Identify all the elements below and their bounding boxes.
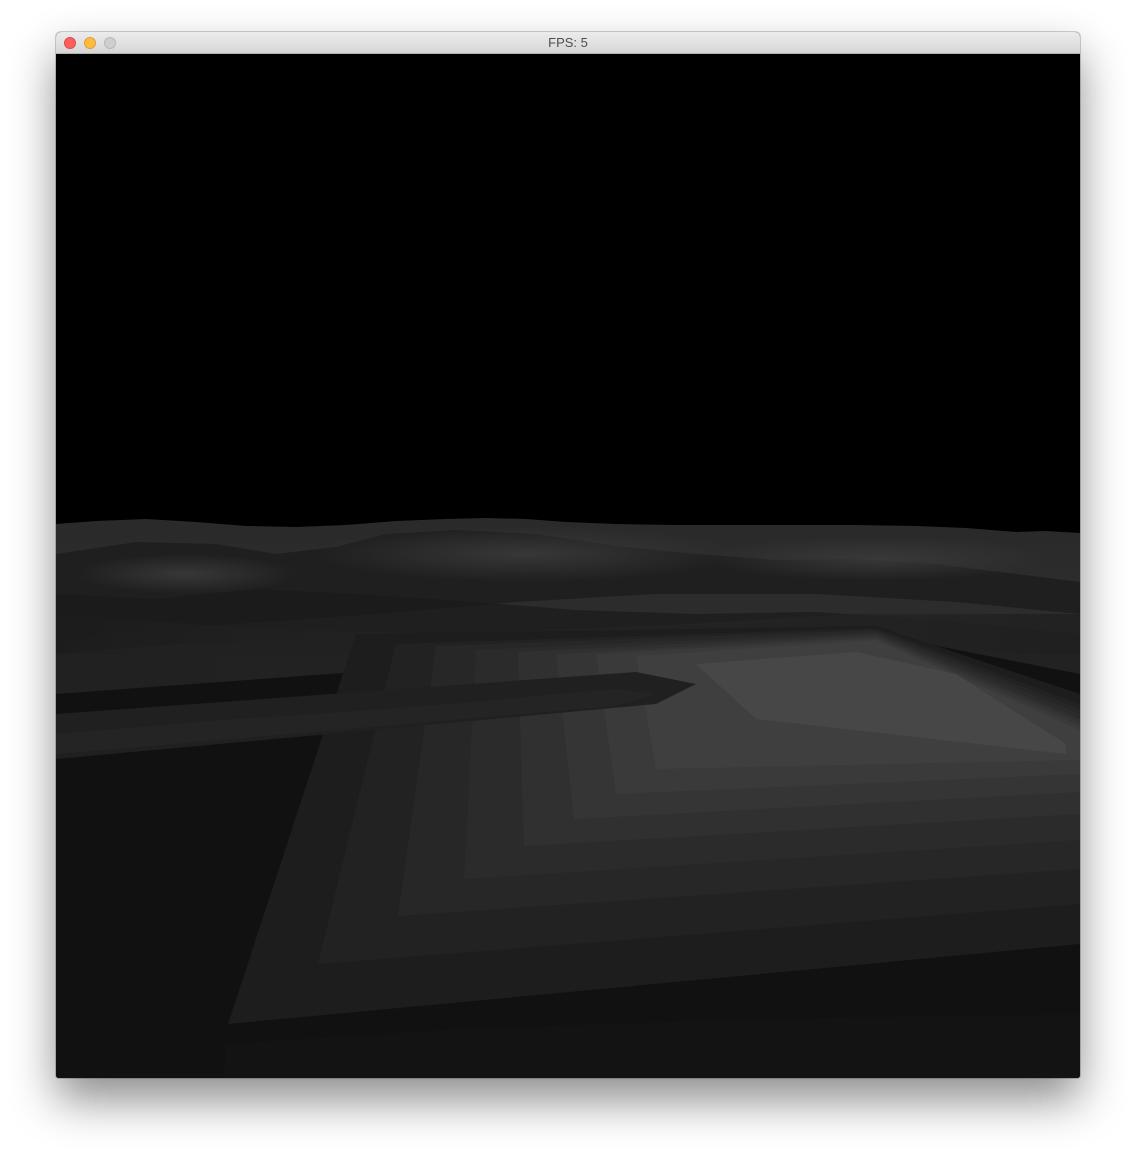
title-bar[interactable]: FPS: 5 <box>56 32 1080 54</box>
app-window: FPS: 5 <box>56 32 1080 1078</box>
dune-highlight-2 <box>706 537 1046 581</box>
window-title: FPS: 5 <box>548 35 588 50</box>
dune-highlight-3 <box>76 554 296 594</box>
terrain-scene <box>56 54 1080 1078</box>
dune-highlight-1 <box>316 526 736 582</box>
render-viewport[interactable] <box>56 54 1080 1078</box>
